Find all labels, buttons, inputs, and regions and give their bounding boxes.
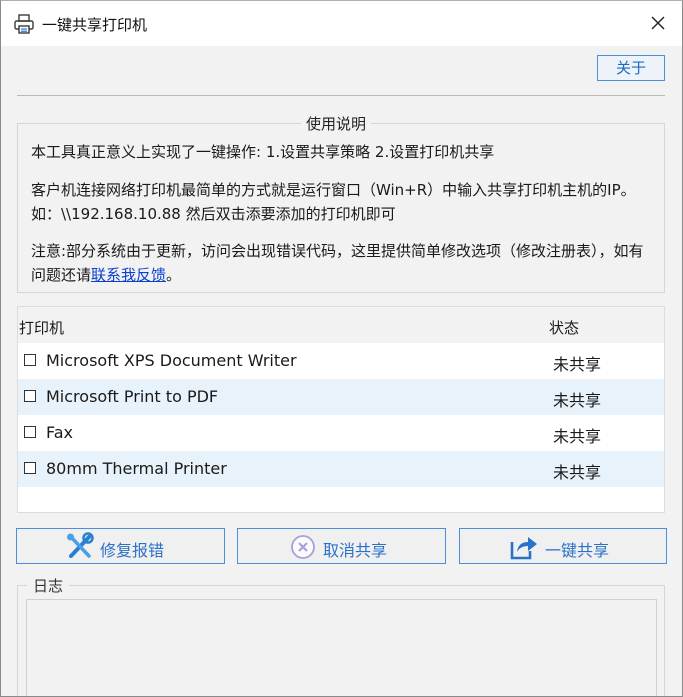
table-row[interactable]: Fax 未共享 [18,415,664,451]
window-title: 一键共享打印机 [42,16,148,34]
cancel-share-label: 取消共享 [323,541,388,560]
printer-status: 未共享 [553,355,602,374]
printer-list-header: 打印机 状态 [18,307,664,343]
close-icon[interactable] [648,13,668,33]
about-button[interactable]: 关于 [597,55,665,81]
column-printer[interactable]: 打印机 [19,317,64,338]
table-row[interactable]: 80mm Thermal Printer 未共享 [18,451,664,487]
printer-name: 80mm Thermal Printer [46,459,227,478]
table-row[interactable]: Microsoft Print to PDF 未共享 [18,379,664,415]
cancel-circle-icon [291,535,315,559]
app-window: 一键共享打印机 关于 使用说明 本工具真正意义上实现了一键操作: 1.设置共享策… [0,0,683,697]
usage-note-suffix: 。 [166,266,182,284]
column-status[interactable]: 状态 [549,317,579,338]
printer-status: 未共享 [553,427,602,446]
share-icon [510,537,537,560]
printer-list[interactable]: 打印机 状态 Microsoft XPS Document Writer 未共享… [17,306,665,513]
wrench-icon [67,532,94,558]
divider [17,95,665,96]
row-checkbox[interactable] [24,462,36,474]
usage-line-2: 客户机连接网络打印机最简单的方式就是运行窗口（Win+R）中输入共享打印机主机的… [31,181,636,223]
printer-name: Microsoft XPS Document Writer [46,351,297,370]
printer-icon [14,14,34,34]
printer-name: Fax [46,423,74,442]
usage-title: 使用说明 [301,113,372,134]
printer-status: 未共享 [553,463,602,482]
printer-name: Microsoft Print to PDF [46,387,219,406]
cancel-share-button[interactable]: 取消共享 [237,528,446,564]
row-checkbox[interactable] [24,390,36,402]
repair-button[interactable]: 修复报错 [16,528,225,564]
one-click-share-button[interactable]: 一键共享 [459,528,667,564]
usage-line-1: 本工具真正意义上实现了一键操作: 1.设置共享策略 2.设置打印机共享 [31,143,495,161]
printer-status: 未共享 [553,391,602,410]
repair-button-label: 修复报错 [100,541,165,560]
one-click-share-label: 一键共享 [545,541,610,560]
usage-line-3: 注意:部分系统由于更新，访问会出现错误代码，这里提供简单修改选项（修改注册表），… [31,239,651,287]
table-row[interactable]: Microsoft XPS Document Writer 未共享 [18,343,664,379]
feedback-link[interactable]: 联系我反馈 [91,266,166,284]
log-title: 日志 [27,575,70,596]
log-textarea[interactable] [26,599,657,696]
row-checkbox[interactable] [24,354,36,366]
title-bar: 一键共享打印机 [1,1,682,46]
row-checkbox[interactable] [24,426,36,438]
